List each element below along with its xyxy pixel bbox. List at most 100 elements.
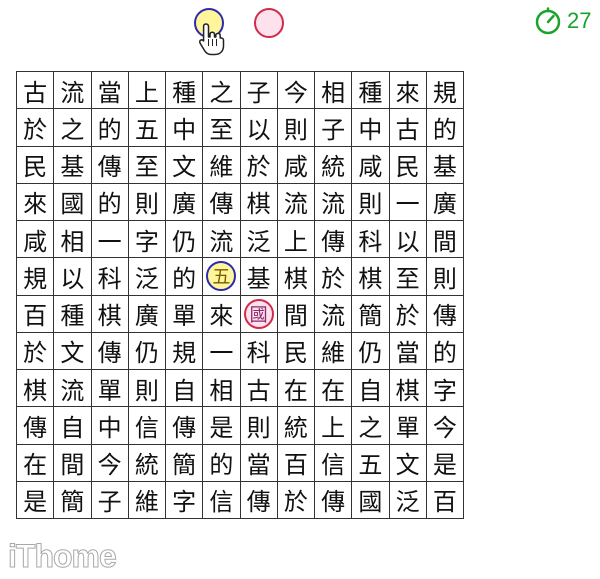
grid-cell[interactable]: 流 [315, 295, 353, 333]
grid-cell[interactable]: 以 [240, 109, 278, 147]
grid-cell[interactable]: 泛 [240, 221, 278, 259]
grid-cell[interactable]: 民 [17, 146, 55, 184]
grid-cell[interactable]: 上 [128, 72, 166, 110]
grid-cell[interactable]: 傳 [91, 332, 129, 370]
grid-cell[interactable]: 科 [352, 221, 390, 259]
grid-cell[interactable]: 的 [426, 109, 464, 147]
grid-cell[interactable]: 今 [426, 407, 464, 445]
grid-cell-marked[interactable]: 五 [203, 258, 241, 296]
grid-cell[interactable]: 於 [315, 258, 353, 296]
grid-cell[interactable]: 則 [426, 258, 464, 296]
grid-cell[interactable]: 字 [166, 481, 204, 519]
grid-cell[interactable]: 今 [277, 72, 315, 110]
grid-cell[interactable]: 於 [277, 481, 315, 519]
grid-cell[interactable]: 間 [426, 221, 464, 259]
grid-cell[interactable]: 國 [352, 481, 390, 519]
grid-cell[interactable]: 棋 [91, 295, 129, 333]
grid-cell[interactable]: 之 [54, 109, 92, 147]
grid-cell[interactable]: 棋 [277, 258, 315, 296]
grid-cell[interactable]: 規 [426, 72, 464, 110]
grid-cell[interactable]: 仍 [128, 332, 166, 370]
grid-cell[interactable]: 簡 [166, 444, 204, 482]
grid-cell[interactable]: 字 [128, 221, 166, 259]
grid-cell[interactable]: 來 [17, 183, 55, 221]
grid-cell[interactable]: 當 [240, 444, 278, 482]
grid-cell[interactable]: 信 [128, 407, 166, 445]
grid-cell[interactable]: 以 [54, 258, 92, 296]
grid-cell[interactable]: 來 [203, 295, 241, 333]
grid-cell[interactable]: 一 [389, 183, 427, 221]
grid-cell[interactable]: 科 [240, 332, 278, 370]
grid-cell[interactable]: 種 [166, 72, 204, 110]
grid-cell[interactable]: 在 [17, 444, 55, 482]
grid-cell[interactable]: 傳 [17, 407, 55, 445]
grid-cell[interactable]: 文 [54, 332, 92, 370]
grid-cell[interactable]: 的 [91, 109, 129, 147]
grid-cell[interactable]: 古 [389, 109, 427, 147]
grid-cell[interactable]: 流 [315, 183, 353, 221]
grid-cell[interactable]: 基 [54, 146, 92, 184]
grid-cell[interactable]: 國 [54, 183, 92, 221]
grid-cell[interactable]: 棋 [389, 370, 427, 408]
grid-cell[interactable]: 的 [426, 332, 464, 370]
grid-cell[interactable]: 棋 [17, 370, 55, 408]
grid-cell[interactable]: 文 [389, 444, 427, 482]
grid-cell[interactable]: 中 [91, 407, 129, 445]
grid-cell[interactable]: 相 [203, 370, 241, 408]
grid-cell[interactable]: 五 [352, 444, 390, 482]
grid-cell[interactable]: 在 [315, 370, 353, 408]
grid-cell[interactable]: 棋 [352, 258, 390, 296]
grid-cell[interactable]: 的 [91, 183, 129, 221]
grid-cell[interactable]: 之 [203, 72, 241, 110]
grid-cell[interactable]: 簡 [54, 481, 92, 519]
grid-cell[interactable]: 是 [17, 481, 55, 519]
grid-cell[interactable]: 自 [54, 407, 92, 445]
grid-cell[interactable]: 單 [389, 407, 427, 445]
grid-cell[interactable]: 基 [240, 258, 278, 296]
grid-cell[interactable]: 維 [128, 481, 166, 519]
grid-cell[interactable]: 一 [91, 221, 129, 259]
grid-cell[interactable]: 簡 [352, 295, 390, 333]
grid-cell[interactable]: 子 [91, 481, 129, 519]
grid-cell[interactable]: 於 [389, 295, 427, 333]
grid-cell[interactable]: 今 [91, 444, 129, 482]
grid-cell[interactable]: 中 [166, 109, 204, 147]
grid-cell[interactable]: 來 [389, 72, 427, 110]
grid-cell[interactable]: 上 [277, 221, 315, 259]
grid-cell[interactable]: 傳 [91, 146, 129, 184]
grid-cell[interactable]: 子 [315, 109, 353, 147]
grid-cell[interactable]: 則 [128, 370, 166, 408]
grid-cell[interactable]: 傳 [315, 481, 353, 519]
grid-cell[interactable]: 泛 [389, 481, 427, 519]
grid-cell[interactable]: 仍 [166, 221, 204, 259]
grid-cell[interactable]: 則 [128, 183, 166, 221]
grid-cell[interactable]: 統 [315, 146, 353, 184]
grid-cell[interactable]: 的 [166, 258, 204, 296]
grid-cell[interactable]: 至 [128, 146, 166, 184]
grid-cell-marked[interactable]: 國 [240, 295, 278, 333]
grid-cell[interactable]: 則 [352, 183, 390, 221]
grid-cell[interactable]: 五 [128, 109, 166, 147]
grid-cell[interactable]: 相 [315, 72, 353, 110]
grid-cell[interactable]: 百 [277, 444, 315, 482]
grid-cell[interactable]: 的 [203, 444, 241, 482]
grid-cell[interactable]: 流 [54, 370, 92, 408]
grid-cell[interactable]: 單 [91, 370, 129, 408]
grid-cell[interactable]: 維 [315, 332, 353, 370]
grid-cell[interactable]: 百 [426, 481, 464, 519]
grid-cell[interactable]: 流 [277, 183, 315, 221]
grid-cell[interactable]: 傳 [203, 183, 241, 221]
grid-cell[interactable]: 傳 [426, 295, 464, 333]
grid-cell[interactable]: 百 [17, 295, 55, 333]
grid-cell[interactable]: 廣 [426, 183, 464, 221]
grid-cell[interactable]: 仍 [352, 332, 390, 370]
grid-cell[interactable]: 種 [352, 72, 390, 110]
grid-cell[interactable]: 是 [426, 444, 464, 482]
grid-cell[interactable]: 之 [352, 407, 390, 445]
grid-cell[interactable]: 以 [389, 221, 427, 259]
grid-cell[interactable]: 至 [389, 258, 427, 296]
grid-cell[interactable]: 古 [240, 370, 278, 408]
grid-cell[interactable]: 統 [277, 407, 315, 445]
grid-cell[interactable]: 流 [54, 72, 92, 110]
grid-cell[interactable]: 當 [91, 72, 129, 110]
